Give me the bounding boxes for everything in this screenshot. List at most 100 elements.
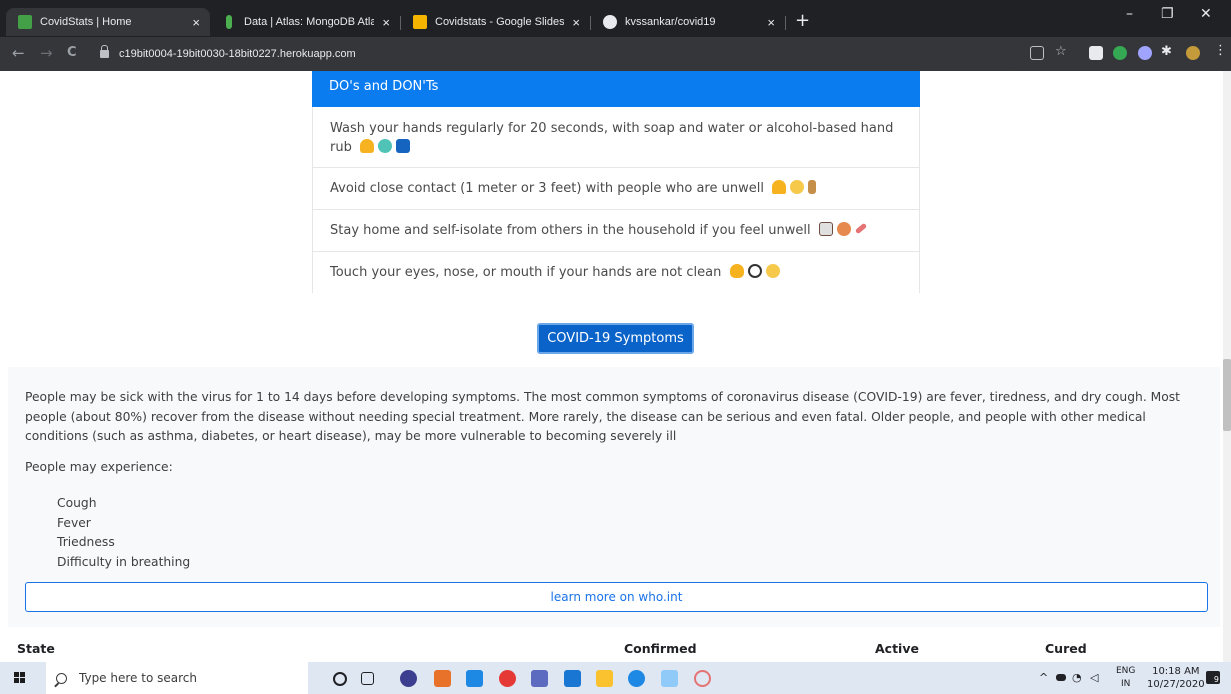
clock-time: 10:18 AM [1152,666,1200,677]
tab-covidstats-home[interactable]: CovidStats | Home × [6,8,210,36]
learn-more-button[interactable]: learn more on who.int [25,582,1208,612]
symptom-list: Cough Fever Triedness Difficulty in brea… [57,494,190,572]
tab-separator [785,16,786,30]
lock-icon [100,45,109,58]
file-explorer-icon[interactable] [596,670,613,687]
cortana-icon[interactable] [333,672,347,686]
column-header-confirmed[interactable]: Confirmed [624,641,697,656]
language-indicator[interactable]: ENG IN [1116,665,1135,691]
notification-count: 9 [1213,675,1219,684]
close-icon[interactable]: × [192,15,200,30]
address-bar[interactable]: c19bit0004-19bit0030-18bit0227.herokuapp… [92,41,1017,67]
profile-avatar[interactable] [1186,46,1200,60]
url-text: c19bit0004-19bit0030-18bit0227.herokuapp… [119,48,356,60]
back-button[interactable]: ← [12,44,25,62]
syringe-emoji-icon [854,222,867,235]
item-text: Stay home and self-isolate from others i… [330,223,811,238]
column-header-cured[interactable]: Cured [1045,641,1087,656]
item-text: Touch your eyes, nose, or mouth if your … [330,265,722,280]
close-icon[interactable]: × [572,15,580,30]
list-item: Stay home and self-isolate from others i… [312,210,920,252]
item-text: Avoid close contact (1 meter or 3 feet) … [330,181,764,196]
browser-tab-strip: CovidStats | Home × Data | Atlas: MongoD… [0,0,1231,37]
tab-title: Covidstats - Google Slides [435,16,565,28]
column-header-state[interactable]: State [17,641,55,656]
soap-emoji-icon [377,139,392,153]
extension-screen-icon[interactable] [1089,46,1103,60]
house-emoji-icon [818,222,833,236]
close-icon[interactable]: × [767,15,775,30]
puzzle-extensions-icon[interactable]: ✱ [1161,44,1175,59]
minimize-button[interactable]: – [1126,6,1133,22]
person-emoji-icon [808,180,817,194]
teams-icon[interactable] [531,670,548,687]
grammarly-icon[interactable] [1113,46,1127,60]
face-emoji-icon [765,264,780,278]
app-icon[interactable] [661,670,678,687]
list-item: Avoid close contact (1 meter or 3 feet) … [312,168,920,210]
list-item: Touch your eyes, nose, or mouth if your … [312,252,920,293]
eye-emoji-icon [747,264,762,278]
windows-taskbar: Type here to search ^ ◔ ◁ ENG IN 10:18 A… [0,662,1231,694]
scrollbar-thumb[interactable] [1223,359,1231,431]
tab-title: kvssankar/covid19 [625,16,716,28]
tab-title: Data | Atlas: MongoDB Atlas [244,16,375,28]
windows-start-icon[interactable] [14,672,26,684]
pray-emoji-icon [772,180,787,194]
restore-button[interactable]: ❐ [1161,6,1174,22]
extension-icon[interactable] [1138,46,1152,60]
covidstats-favicon [18,15,32,29]
sublime-text-icon[interactable] [434,670,451,687]
tab-title: CovidStats | Home [40,16,132,28]
chrome-icon[interactable] [499,670,516,687]
taskbar-search-box[interactable]: Type here to search [46,662,308,694]
symptoms-paragraph: People may be sick with the virus for 1 … [25,390,1181,443]
water-emoji-icon [395,139,410,153]
system-clock[interactable]: 10:18 AM 10/27/2020 [1147,665,1205,691]
list-item: Wash your hands regularly for 20 seconds… [312,107,920,168]
reload-button[interactable]: C [67,45,77,60]
search-icon [56,672,67,684]
item-text: Wash your hands regularly for 20 seconds… [330,121,894,155]
wifi-icon[interactable]: ◔ [1072,671,1082,684]
app-icon[interactable] [400,670,417,687]
table-header: State Confirmed Active Cured [0,637,1231,662]
browser-toolbar: ← → C c19bit0004-19bit0030-18bit0227.her… [0,37,1231,71]
experience-label: People may experience: [25,460,173,474]
screen: CovidStats | Home × Data | Atlas: MongoD… [0,0,1231,694]
mongodb-leaf-icon [226,15,232,29]
app-icon[interactable] [466,670,483,687]
hand-emoji-icon [359,139,374,153]
lang-bottom: IN [1121,679,1131,689]
list-item: Difficulty in breathing [57,554,191,569]
google-slides-icon [413,15,427,29]
window-close-button[interactable]: ✕ [1200,6,1212,22]
snipping-tool-icon[interactable] [694,670,711,687]
tab-github-covid19[interactable]: kvssankar/covid19 × [591,8,785,36]
lang-top: ENG [1116,666,1136,676]
search-placeholder: Type here to search [79,671,197,685]
task-view-icon[interactable] [361,672,374,685]
covid-symptoms-button[interactable]: COVID-19 Symptoms [537,323,694,354]
edge-icon[interactable] [628,670,645,687]
tab-google-slides[interactable]: Covidstats - Google Slides × [401,8,590,36]
new-tab-button[interactable]: + [795,10,810,31]
clock-date: 10/27/2020 [1147,679,1205,690]
notification-icon[interactable]: 9 [1206,671,1220,684]
menu-kebab-icon[interactable]: ⋮ [1214,43,1228,58]
dos-donts-card: DO's and DON'Ts Wash your hands regularl… [312,71,920,293]
page-scrollbar[interactable] [1223,71,1231,662]
dos-donts-header: DO's and DON'Ts [312,71,920,107]
battery-icon[interactable] [1056,674,1066,681]
column-header-active[interactable]: Active [875,641,919,656]
close-icon[interactable]: × [382,15,390,30]
bookmark-star-icon[interactable]: ☆ [1055,44,1069,59]
tab-mongodb-atlas[interactable]: Data | Atlas: MongoDB Atlas × [210,8,400,36]
tray-chevron-icon[interactable]: ^ [1039,671,1048,684]
nose-emoji-icon [729,264,744,278]
cast-icon[interactable] [1030,46,1044,60]
volume-icon[interactable]: ◁ [1090,671,1098,684]
vscode-icon[interactable] [564,670,581,687]
github-icon [603,15,617,29]
forward-button[interactable]: → [40,44,53,62]
